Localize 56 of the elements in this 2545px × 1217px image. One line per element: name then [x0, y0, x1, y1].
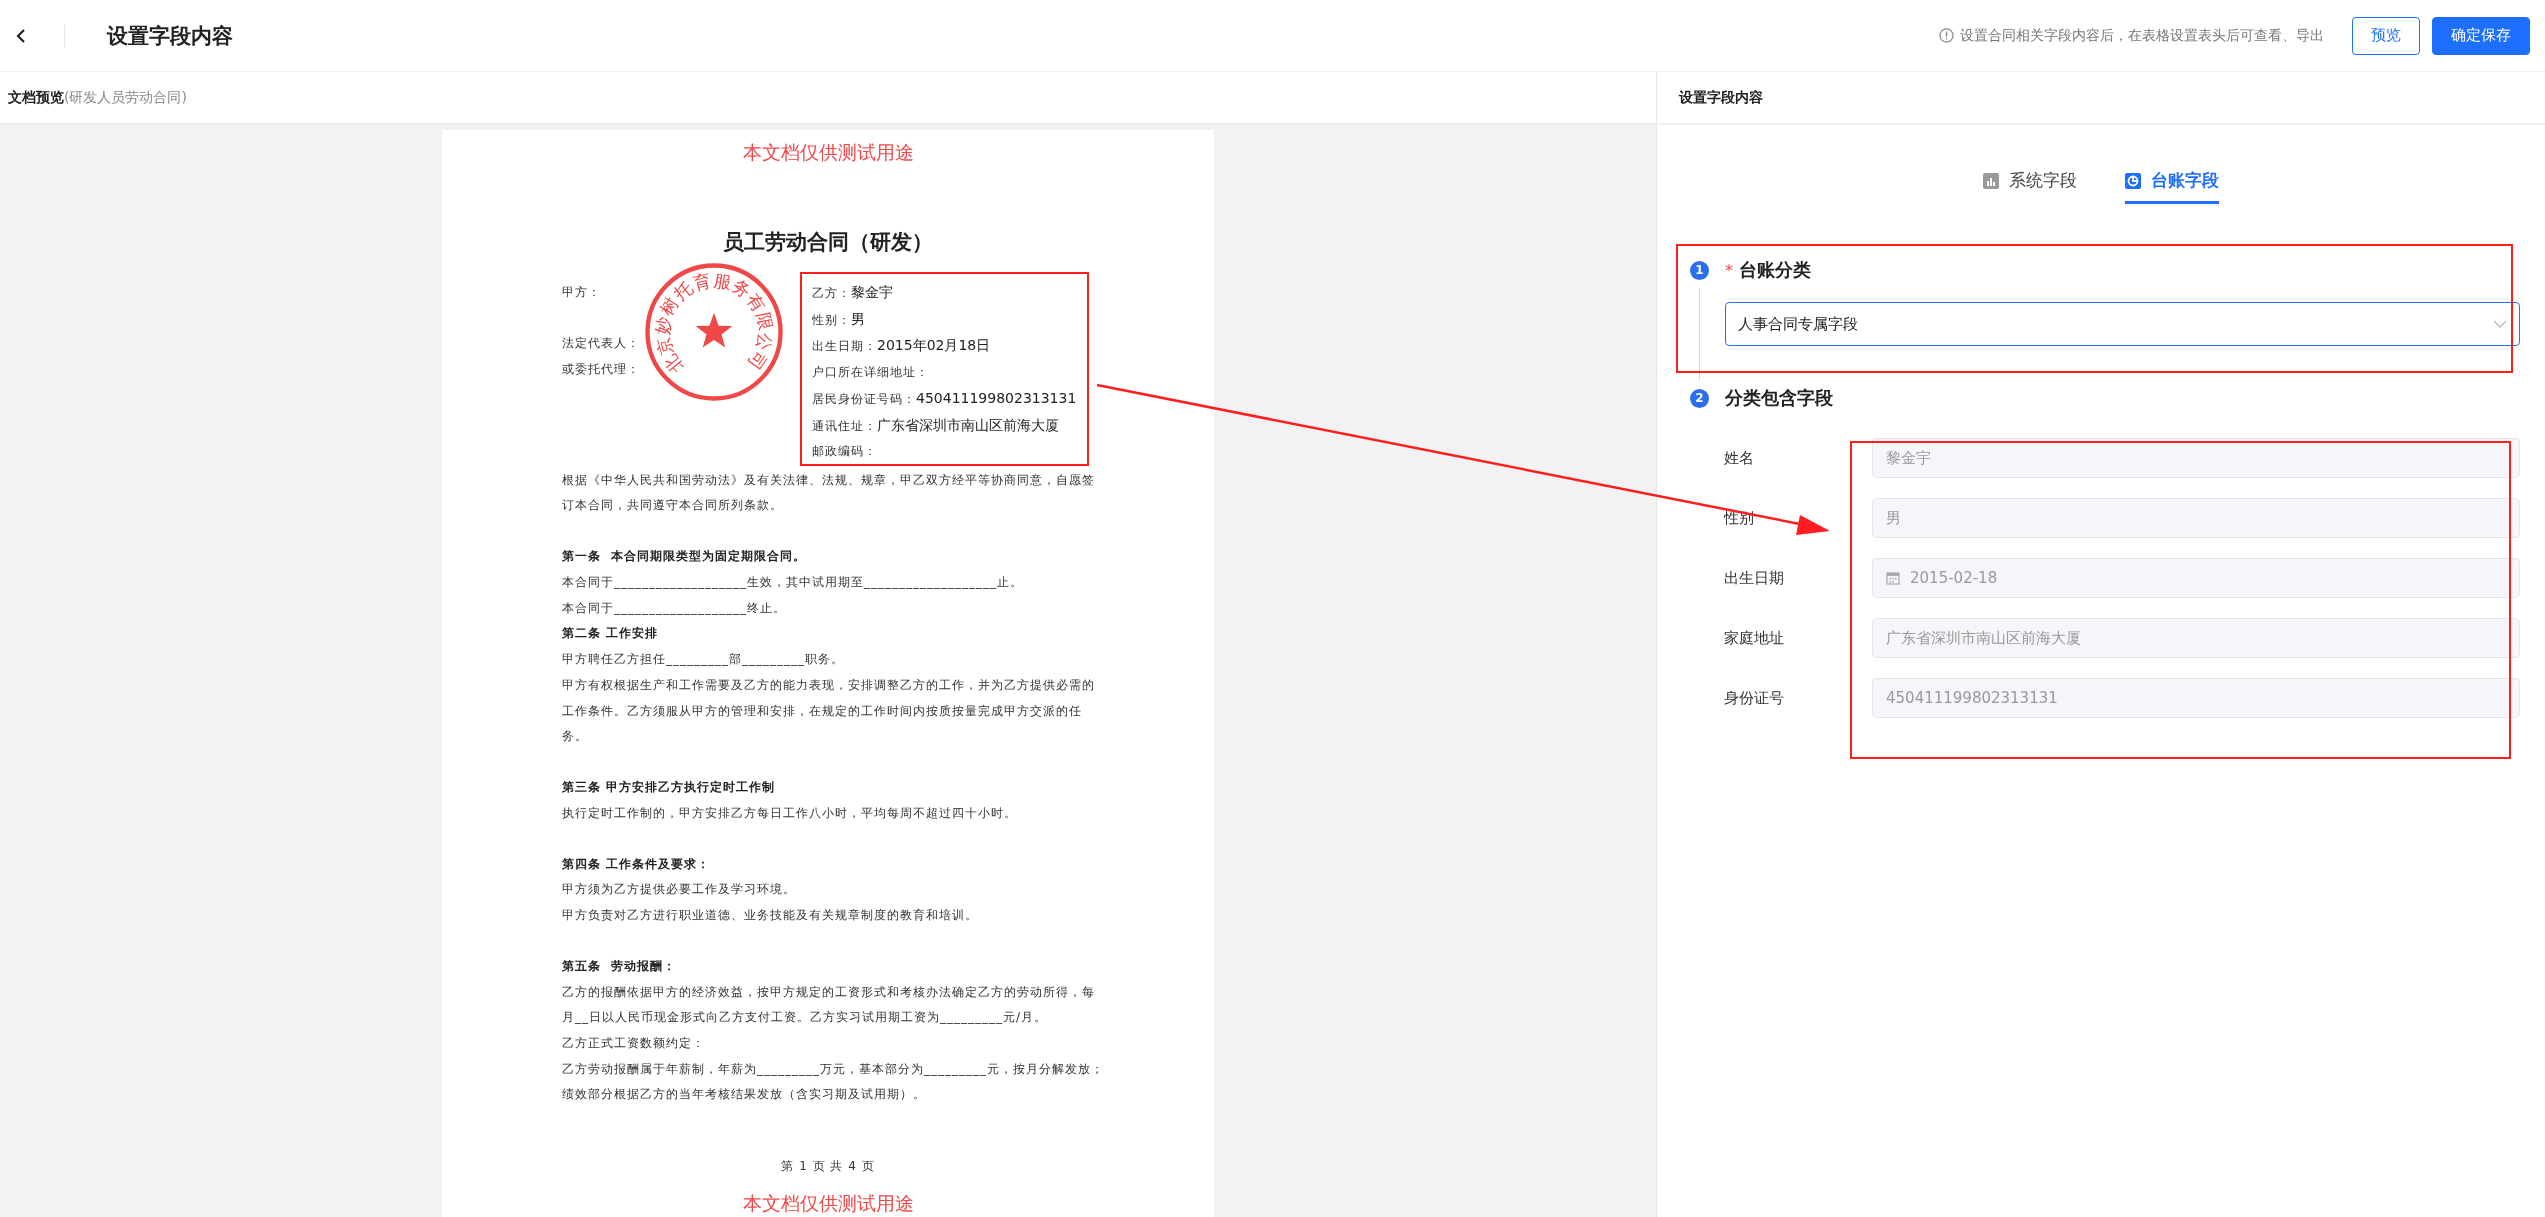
chevron-left-icon: [16, 27, 26, 44]
preview-button[interactable]: 预览: [2352, 16, 2420, 55]
required-mark: *: [1725, 260, 1733, 280]
company-seal: 北京妙树托育服务有限公司: [644, 262, 784, 402]
field-label: 出生日期: [1724, 568, 1785, 588]
party-b-line: 性别：男: [812, 309, 865, 329]
clause-text: 甲方负责对乙方进行职业道德、业务技能及有关规章制度的教育和培训。: [562, 906, 979, 924]
clause-heading: 第三条 甲方安排乙方执行定时工作制: [562, 779, 777, 797]
clause-heading: 第二条 工作安排: [562, 625, 660, 643]
panel-title: 设置字段内容: [1679, 88, 1763, 107]
party-b-line: 出生日期：2015年02月18日: [812, 336, 991, 356]
step-number: 2: [1690, 388, 1709, 408]
party-b-line: 户口所在详细地址：: [812, 364, 929, 382]
category-select[interactable]: 人事合同专属字段: [1725, 302, 2520, 346]
info-icon: [1939, 28, 1954, 43]
clause-text: 乙方劳动报酬属于年薪制，年薪为_________万元，基本部分为_________元，按月分解发放；绩效部分根据乙方的当年考核结果发放（含实习期及试用期）。: [562, 1060, 1105, 1104]
step-number: 1: [1690, 260, 1709, 280]
bar-chart-icon: [1983, 172, 1999, 189]
step-label: 分类包含字段: [1725, 386, 1833, 410]
pie-chart-icon: [2125, 172, 2141, 189]
clause-text: 本合同于___________________终止。: [562, 599, 787, 617]
clause-heading: 第一条 本合同期限类型为固定期限合同。: [562, 548, 808, 566]
watermark-text: 本文档仅供测试用途: [741, 1191, 915, 1216]
clause-text: 乙方的报酬依据甲方的经济效益，按甲方规定的工资形式和考核办法确定乙方的劳动所得，每月__日以人民币现金形式向乙方支付工资。乙方实习试用期工资为_________元/月。: [562, 983, 1096, 1027]
field-tab[interactable]: 系统字段: [1983, 161, 2077, 204]
party-b-line: 居民身份证号码：450411199802313131: [812, 388, 1077, 408]
step-label: 台账分类: [1739, 258, 1811, 282]
field-label: 身份证号: [1724, 688, 1785, 708]
chevron-down-icon: [2493, 320, 2507, 328]
notice-text: 设置合同相关字段内容后，在表格设置表头后可查看、导出: [1960, 26, 2324, 45]
clause-heading: 第五条 劳动报酬：: [562, 957, 678, 975]
page-number: 第 1 页 共 4 页: [780, 1158, 876, 1175]
document-title: 员工劳动合同（研发）: [722, 229, 934, 256]
clause-text: 乙方正式工资数额约定：: [562, 1034, 706, 1052]
party-a-line: 或委托代理：: [562, 361, 640, 379]
field-tab[interactable]: 台账字段: [2125, 161, 2219, 204]
calendar-icon: [1886, 571, 1900, 585]
party-a-line: 甲方：: [562, 284, 601, 301]
clause-text: 执行定时工作制的，甲方安排乙方每日工作八小时，平均每周不超过四十小时。: [562, 804, 1018, 822]
document-name: (研发人员劳动合同): [64, 88, 187, 107]
party-b-line: 通讯住址：广东省深圳市南山区前海大厦: [812, 415, 1059, 435]
field-label: 家庭地址: [1724, 628, 1785, 648]
page-title: 设置字段内容: [107, 22, 233, 50]
party-b-line: 乙方：黎金宇: [812, 283, 893, 302]
clause-text: 甲方聘任乙方担任_________部_________职务。: [562, 651, 845, 669]
field-label: 姓名: [1724, 448, 1755, 468]
clause-text: 甲方须为乙方提供必要工作及学习环境。: [562, 881, 797, 899]
save-button[interactable]: 确定保存: [2432, 16, 2530, 55]
clause-text: 根据《中华人民共和国劳动法》及有关法律、法规、规章，甲乙双方经平等协商同意，自愿签订本合同，共同遵守本合同所列条款。: [562, 471, 1096, 515]
clause-heading: 第四条 工作条件及要求：: [562, 855, 712, 873]
panel-title: 文档预览: [8, 88, 64, 107]
clause-text: 甲方有权根据生产和工作需要及乙方的能力表现，安排调整乙方的工作，并为乙方提供必需的工作条件。乙方须服从甲方的管理和安排，在规定的工作时间内按质按量完成甲方交派的任务。: [562, 676, 1096, 746]
watermark-text: 本文档仅供测试用途: [741, 140, 915, 165]
clause-text: 本合同于___________________生效，其中试用期至___________________止。: [562, 574, 1024, 591]
party-a-line: 法定代表人：: [562, 335, 640, 353]
party-b-line: 邮政编码：: [812, 443, 877, 461]
